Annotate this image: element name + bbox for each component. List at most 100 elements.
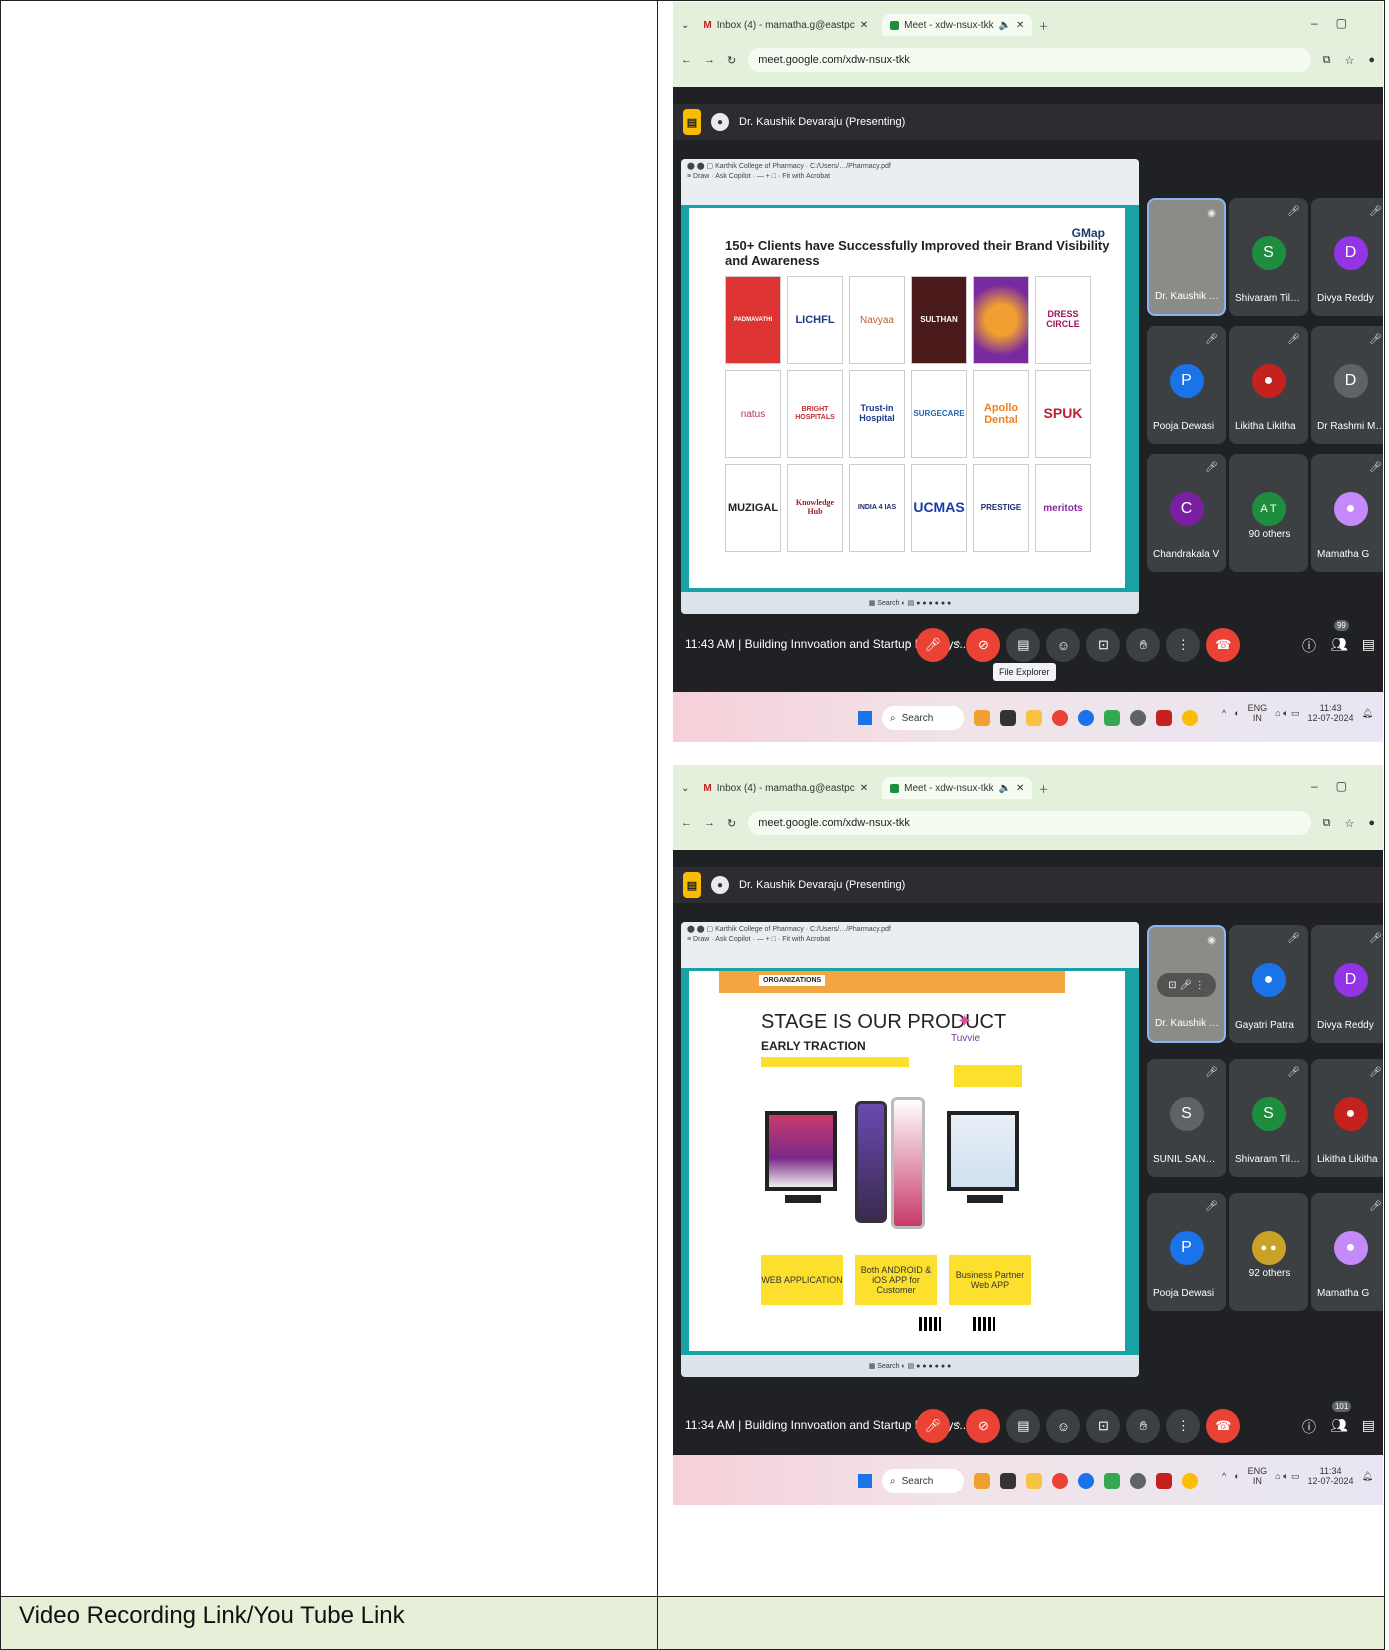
participant-tile[interactable]: 🎤︎DDr Rashmi Math...: [1311, 326, 1383, 444]
chevron-up-icon[interactable]: ^: [1222, 1471, 1226, 1482]
participant-tile[interactable]: ◉⊡ 🎤︎ ⋮Dr. Kaushik Dev...: [1147, 925, 1226, 1043]
end-call-button[interactable]: ☎︎: [1206, 1409, 1241, 1443]
participant-tile[interactable]: 🎤︎SSUNIL SANGAM...: [1147, 1059, 1226, 1177]
chat-icon[interactable]: ▤: [1362, 636, 1375, 656]
participant-tile[interactable]: 🎤︎ P Pooja Dewasi: [1147, 326, 1226, 444]
cast-icon[interactable]: ⧉: [1323, 817, 1331, 830]
chrome-icon[interactable]: [1182, 1473, 1198, 1489]
reload-icon[interactable]: ↻: [727, 54, 736, 67]
back-icon[interactable]: ←: [681, 817, 692, 829]
info-icon[interactable]: ⓘ: [1302, 636, 1316, 656]
bookmark-star-icon[interactable]: ☆: [1344, 817, 1354, 830]
url-field[interactable]: meet.google.com/xdw-nsux-tkk: [748, 811, 1311, 835]
captions-button[interactable]: ▤: [1006, 628, 1041, 662]
tab-meet[interactable]: Meet - xdw-nsux-tkk 🔈 ✕: [882, 777, 1033, 799]
participant-tile[interactable]: 🎤︎ ● Gayatri Patra: [1229, 925, 1308, 1043]
profile-icon[interactable]: ●: [1368, 817, 1375, 830]
tab-meet[interactable]: Meet - xdw-nsux-tkk 🔈 ✕: [882, 14, 1033, 36]
mic-off-button[interactable]: 🎤︎: [915, 1409, 950, 1443]
edge-icon[interactable]: [1078, 1473, 1094, 1489]
window-controls[interactable]: –▢: [1311, 16, 1365, 30]
url-field[interactable]: meet.google.com/xdw-nsux-tkk: [748, 48, 1311, 72]
participant-tile-others[interactable]: A T 90 others: [1229, 454, 1308, 572]
chrome-icon[interactable]: [1182, 710, 1198, 726]
raise-hand-button[interactable]: ✋︎: [1126, 1409, 1161, 1443]
taskbar-search[interactable]: ⌕ Search: [882, 706, 964, 730]
forward-icon[interactable]: →: [704, 817, 715, 829]
taskbar-search[interactable]: ⌕ Search: [882, 1469, 964, 1493]
emoji-button[interactable]: ☺: [1046, 1409, 1081, 1443]
participant-tile[interactable]: 🎤︎ D Divya Reddy: [1311, 198, 1383, 316]
bookmark-star-icon[interactable]: ☆: [1344, 54, 1354, 67]
forward-icon[interactable]: →: [704, 54, 715, 66]
close-icon[interactable]: ✕: [1016, 783, 1024, 794]
wifi-volume-icon[interactable]: ⌂ 🔈︎ ▭: [1275, 1471, 1299, 1482]
participant-tile[interactable]: 🎤︎ C Chandrakala V: [1147, 454, 1226, 572]
participant-tile[interactable]: ◉Dr. Kaushik Dev...: [1147, 198, 1226, 316]
app-icon[interactable]: [974, 710, 990, 726]
participant-tile[interactable]: 🎤︎ ● Likitha Likitha: [1311, 1059, 1383, 1177]
app-icon[interactable]: [1156, 1473, 1172, 1489]
network-icon[interactable]: ◐: [1234, 1471, 1239, 1482]
participant-tile[interactable]: 🎤︎ P Pooja Dewasi: [1147, 1193, 1226, 1311]
camera-off-button[interactable]: ⊘: [966, 628, 1001, 662]
tab-gmail[interactable]: M Inbox (4) - mamatha.g@eastpc ✕: [695, 777, 876, 799]
app-icon[interactable]: [1000, 710, 1016, 726]
app-icon[interactable]: [1156, 710, 1172, 726]
app-icon[interactable]: [1000, 1473, 1016, 1489]
participant-tile[interactable]: 🎤︎ ● Likitha Likitha: [1229, 326, 1308, 444]
file-explorer-icon[interactable]: [1026, 710, 1042, 726]
camera-options-icon[interactable]: ^: [956, 1421, 961, 1432]
participant-tile-others[interactable]: ● ● 92 others: [1229, 1193, 1308, 1311]
window-controls[interactable]: –▢: [1311, 779, 1365, 793]
app-icon[interactable]: [1104, 1473, 1120, 1489]
reload-icon[interactable]: ↻: [727, 817, 736, 830]
people-icon[interactable]: 👥︎ 99: [1330, 620, 1349, 656]
app-icon[interactable]: [974, 1473, 990, 1489]
more-options-button[interactable]: ⋮: [1166, 628, 1201, 662]
new-tab-icon[interactable]: ＋: [1038, 781, 1048, 796]
tab-list-icon[interactable]: ⌄: [681, 783, 689, 794]
tab-gmail[interactable]: M Inbox (4) - mamatha.g@eastpc ✕: [695, 14, 876, 36]
tile-overlay-controls[interactable]: ⊡ 🎤︎ ⋮: [1157, 973, 1216, 997]
close-icon[interactable]: ✕: [860, 20, 868, 31]
profile-icon[interactable]: ●: [1368, 54, 1375, 67]
file-explorer-icon[interactable]: [1026, 1473, 1042, 1489]
camera-options-icon[interactable]: ^: [956, 640, 961, 651]
people-icon[interactable]: 👥︎ 101: [1330, 1401, 1352, 1437]
mic-options-icon[interactable]: ^: [905, 640, 910, 651]
clock[interactable]: 11:43 12-07-2024: [1308, 703, 1354, 724]
wifi-volume-icon[interactable]: ⌂ 🔈︎ ▭: [1275, 708, 1299, 719]
close-icon[interactable]: ✕: [860, 783, 868, 794]
back-icon[interactable]: ←: [681, 54, 692, 66]
camera-off-button[interactable]: ⊘: [966, 1409, 1001, 1443]
cast-icon[interactable]: ⧉: [1323, 54, 1331, 67]
notification-bell-icon[interactable]: 🔔︎: [1362, 708, 1373, 719]
mic-options-icon[interactable]: ^: [905, 1421, 910, 1432]
chevron-up-icon[interactable]: ^: [1222, 708, 1226, 719]
participant-tile[interactable]: 🎤︎ S Shivaram Tilagul: [1229, 198, 1308, 316]
notification-bell-icon[interactable]: 🔔︎: [1362, 1471, 1373, 1482]
network-icon[interactable]: ◐: [1234, 708, 1239, 719]
settings-icon[interactable]: [1130, 1473, 1146, 1489]
chrome-icon[interactable]: [1052, 1473, 1068, 1489]
chat-icon[interactable]: ▤: [1362, 1417, 1375, 1437]
clock[interactable]: 11:34 12-07-2024: [1308, 1466, 1354, 1487]
present-button[interactable]: ⊡: [1086, 1409, 1121, 1443]
chrome-icon[interactable]: [1052, 710, 1068, 726]
edge-icon[interactable]: [1078, 710, 1094, 726]
windows-start-icon[interactable]: [858, 711, 872, 725]
tab-list-icon[interactable]: ⌄: [681, 20, 689, 31]
close-icon[interactable]: ✕: [1016, 20, 1024, 31]
mic-off-button[interactable]: 🎤︎: [915, 628, 950, 662]
participant-tile[interactable]: 🎤︎ D Divya Reddy: [1311, 925, 1383, 1043]
captions-button[interactable]: ▤: [1006, 1409, 1041, 1443]
app-icon[interactable]: [1104, 710, 1120, 726]
participant-tile[interactable]: 🎤︎ S Shivaram Tilagul: [1229, 1059, 1308, 1177]
end-call-button[interactable]: ☎︎: [1206, 628, 1241, 662]
participant-tile[interactable]: 🎤︎ ● Mamatha G: [1311, 454, 1383, 572]
emoji-button[interactable]: ☺: [1046, 628, 1081, 662]
settings-icon[interactable]: [1130, 710, 1146, 726]
raise-hand-button[interactable]: ✋︎: [1126, 628, 1161, 662]
windows-start-icon[interactable]: [858, 1474, 872, 1488]
